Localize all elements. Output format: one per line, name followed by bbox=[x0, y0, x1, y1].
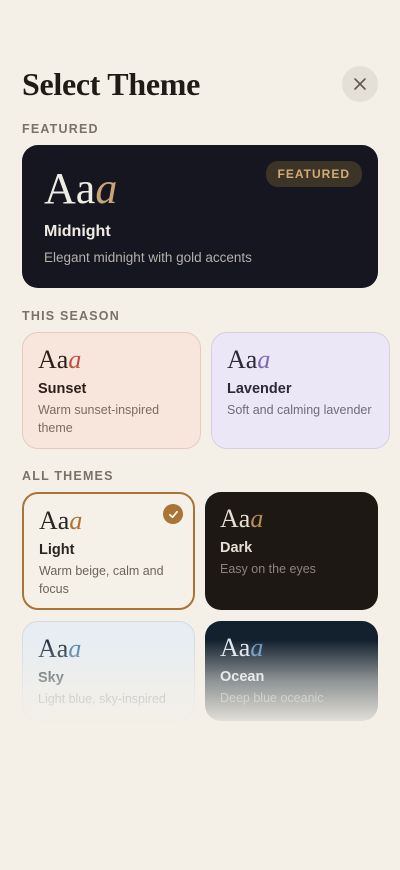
theme-description: Deep blue oceanic bbox=[220, 691, 324, 705]
theme-name: Sky bbox=[38, 670, 64, 686]
close-icon bbox=[354, 78, 366, 90]
font-sample: Aaa bbox=[38, 345, 82, 374]
theme-name: Light bbox=[39, 542, 75, 558]
theme-card-lavender[interactable]: Aaa Lavender Soft and calming lavender bbox=[211, 332, 390, 449]
theme-name: Dark bbox=[220, 540, 253, 556]
font-sample: Aaa bbox=[38, 634, 82, 663]
theme-description: Warm beige, calm and focus bbox=[39, 564, 164, 596]
theme-name: Midnight bbox=[44, 223, 111, 240]
theme-name: Sunset bbox=[38, 381, 87, 397]
font-sample: Aaa bbox=[227, 345, 271, 374]
theme-name: Lavender bbox=[227, 381, 292, 397]
page-title: Select Theme bbox=[22, 65, 200, 102]
theme-card-light[interactable]: Aaa Light Warm beige, calm and focus bbox=[22, 492, 195, 610]
check-icon bbox=[168, 510, 178, 518]
font-sample: Aaa bbox=[39, 506, 83, 535]
close-button[interactable] bbox=[342, 66, 378, 102]
featured-badge: FEATURED bbox=[265, 161, 362, 187]
theme-card-sunset[interactable]: Aaa Sunset Warm sunset-inspired theme bbox=[22, 332, 201, 449]
theme-description: Light blue, sky-inspired bbox=[38, 692, 166, 706]
header: Select Theme bbox=[22, 62, 378, 106]
section-label-season: THIS SEASON bbox=[22, 309, 120, 323]
theme-description: Warm sunset-inspired theme bbox=[38, 403, 160, 435]
theme-card-midnight[interactable]: Aaa FEATURED Midnight Elegant midnight w… bbox=[22, 145, 378, 288]
theme-description: Easy on the eyes bbox=[220, 562, 316, 576]
theme-name: Ocean bbox=[220, 669, 265, 685]
section-label-all: ALL THEMES bbox=[22, 469, 114, 483]
font-sample: Aaa bbox=[220, 504, 264, 533]
selected-check bbox=[163, 504, 183, 524]
theme-description: Soft and calming lavender bbox=[227, 403, 372, 417]
theme-card-ocean[interactable]: Aaa Ocean Deep blue oceanic bbox=[205, 621, 378, 721]
section-label-featured: FEATURED bbox=[22, 122, 99, 136]
theme-description: Elegant midnight with gold accents bbox=[44, 250, 252, 265]
font-sample: Aaa bbox=[44, 164, 118, 213]
font-sample: Aaa bbox=[220, 633, 264, 662]
theme-card-sky[interactable]: Aaa Sky Light blue, sky-inspired bbox=[22, 621, 195, 721]
theme-card-dark[interactable]: Aaa Dark Easy on the eyes bbox=[205, 492, 378, 610]
